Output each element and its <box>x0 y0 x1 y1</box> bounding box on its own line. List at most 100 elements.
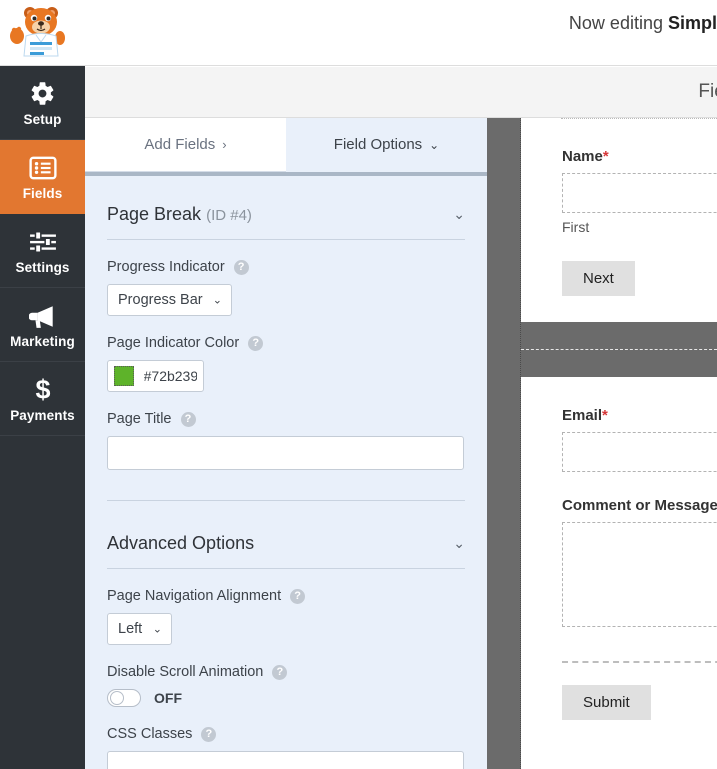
page-navigation-alignment-label-row: Page Navigation Alignment ? <box>107 588 465 604</box>
megaphone-icon <box>28 301 57 331</box>
preview-gutter <box>487 118 521 769</box>
page-navigation-alignment-select-wrap: Left ⌄ <box>107 613 172 645</box>
progress-indicator-select-wrap: Progress Bar ⌄ <box>107 284 232 316</box>
toggle-state-label: OFF <box>154 690 182 706</box>
sidebar-item-label: Fields <box>22 185 63 201</box>
help-icon[interactable]: ? <box>201 726 217 742</box>
panel-content: Page Break (ID #4) ⌄ Progress Indicator … <box>85 172 487 769</box>
progress-indicator-label: Progress Indicator <box>107 259 225 275</box>
sliders-icon <box>29 227 57 257</box>
css-classes-field: CSS Classes ? <box>107 707 465 769</box>
section-title: Fiel <box>698 81 717 102</box>
comment-label-text: Comment or Message <box>562 497 717 514</box>
svg-text:$: $ <box>35 376 50 404</box>
wpforms-mascot-logo <box>8 4 70 60</box>
page-break-name: Page Break <box>107 204 202 224</box>
page-break-id: (ID #4) <box>206 207 252 224</box>
tab-add-fields-label: Add Fields <box>144 136 216 153</box>
page-break-section-header[interactable]: Page Break (ID #4) ⌄ <box>107 172 465 240</box>
next-button[interactable]: Next <box>562 261 635 296</box>
css-classes-input[interactable] <box>107 751 464 769</box>
progress-indicator-label-row: Progress Indicator ? <box>107 259 465 275</box>
css-classes-label: CSS Classes <box>107 726 193 742</box>
page-navigation-alignment-select[interactable]: Left <box>107 613 172 645</box>
page-navigation-alignment-label: Page Navigation Alignment <box>107 588 282 604</box>
sidebar-item-marketing[interactable]: Marketing <box>0 288 85 362</box>
sidebar-item-label: Setup <box>23 111 62 127</box>
page-indicator-color-label-row: Page Indicator Color ? <box>107 335 465 351</box>
advanced-options-section-header[interactable]: Advanced Options ⌄ <box>107 501 465 569</box>
disable-scroll-animation-toggle[interactable] <box>107 689 141 707</box>
sidebar-item-payments[interactable]: $ Payments <box>0 362 85 436</box>
required-asterisk: * <box>602 148 609 165</box>
submit-button[interactable]: Submit <box>562 685 651 720</box>
tab-field-options-label: Field Options <box>333 136 423 153</box>
color-swatch[interactable] <box>114 366 134 386</box>
toggle-knob <box>110 691 124 705</box>
disable-scroll-animation-label-row: Disable Scroll Animation ? <box>107 664 465 680</box>
email-field-input[interactable] <box>562 432 717 472</box>
page-break-title: Page Break (ID #4) <box>107 204 252 225</box>
help-icon[interactable]: ? <box>272 664 288 680</box>
tab-add-fields[interactable]: Add Fields › <box>85 118 286 172</box>
required-asterisk: * <box>602 407 608 424</box>
name-field-label: Name* <box>562 148 717 165</box>
sidebar-item-fields[interactable]: Fields <box>0 140 85 214</box>
top-header-bar: Now editing Simpl <box>0 0 717 66</box>
help-icon[interactable]: ? <box>180 411 196 427</box>
dollar-icon: $ <box>30 375 56 405</box>
name-field-sublabel: First <box>562 219 590 235</box>
field-options-panel: Add Fields › Field Options ⌄ Page Break … <box>85 118 487 769</box>
editing-form-name: Simpl <box>667 13 717 33</box>
page-break-divider[interactable] <box>521 322 717 377</box>
sidebar-item-label: Payments <box>10 407 75 423</box>
chevron-down-icon: ⌄ <box>429 137 440 152</box>
submit-section-divider <box>562 661 717 663</box>
help-icon[interactable]: ? <box>290 588 306 604</box>
panel-tabs: Add Fields › Field Options ⌄ <box>85 118 487 172</box>
page-title-field: Page Title ? <box>107 392 465 470</box>
disable-scroll-animation-toggle-row: OFF <box>107 689 465 707</box>
chevron-right-icon: › <box>222 137 227 152</box>
page-break-dashed-line <box>521 349 717 350</box>
chevron-down-icon: ⌄ <box>453 535 465 551</box>
sidebar-item-label: Settings <box>15 259 70 275</box>
tab-field-options[interactable]: Field Options ⌄ <box>286 118 487 172</box>
gear-icon <box>29 79 56 109</box>
disable-scroll-animation-label: Disable Scroll Animation <box>107 664 264 680</box>
page-title-input[interactable] <box>107 436 464 470</box>
css-classes-label-row: CSS Classes ? <box>107 726 465 742</box>
main-sidebar: Setup Fields Settings Marketing $ Paymen… <box>0 66 85 769</box>
sidebar-item-label: Marketing <box>10 333 75 349</box>
advanced-options-title: Advanced Options <box>107 533 255 553</box>
comment-field-textarea[interactable] <box>562 522 717 627</box>
preview-page-two: Email* Comment or Message* Submit <box>521 377 717 720</box>
color-hex-value: #72b239 <box>143 368 197 384</box>
preview-top-divider <box>561 118 717 119</box>
sidebar-item-setup[interactable]: Setup <box>0 66 85 140</box>
list-icon <box>28 153 57 183</box>
page-indicator-color-field: Page Indicator Color ? #72b239 <box>107 316 465 392</box>
help-icon[interactable]: ? <box>233 259 249 275</box>
editing-prefix: Now editing <box>568 13 668 33</box>
page-title-label: Page Title <box>107 411 172 427</box>
page-indicator-color-label: Page Indicator Color <box>107 335 240 351</box>
section-header-bar: Fiel <box>85 67 717 118</box>
progress-indicator-select[interactable]: Progress Bar <box>107 284 232 316</box>
page-navigation-alignment-field: Page Navigation Alignment ? Left ⌄ <box>107 569 465 645</box>
progress-indicator-field: Progress Indicator ? Progress Bar ⌄ <box>107 240 465 316</box>
page-title-label-row: Page Title ? <box>107 411 465 427</box>
name-label-text: Name <box>562 148 603 165</box>
page-title: Now editing Simpl <box>569 13 717 34</box>
preview-page-one: Name* First Next <box>521 118 717 296</box>
email-label-text: Email <box>562 407 603 424</box>
help-icon[interactable]: ? <box>248 335 264 351</box>
disable-scroll-animation-field: Disable Scroll Animation ? OFF <box>107 645 465 707</box>
chevron-down-icon: ⌄ <box>453 206 465 222</box>
color-picker-input[interactable]: #72b239 <box>107 360 204 392</box>
sidebar-item-settings[interactable]: Settings <box>0 214 85 288</box>
comment-field-label: Comment or Message* <box>562 497 717 514</box>
name-field-input[interactable] <box>562 173 717 213</box>
form-preview: Name* First Next Email* Comment or Messa… <box>521 118 717 769</box>
email-field-label: Email* <box>562 407 717 424</box>
